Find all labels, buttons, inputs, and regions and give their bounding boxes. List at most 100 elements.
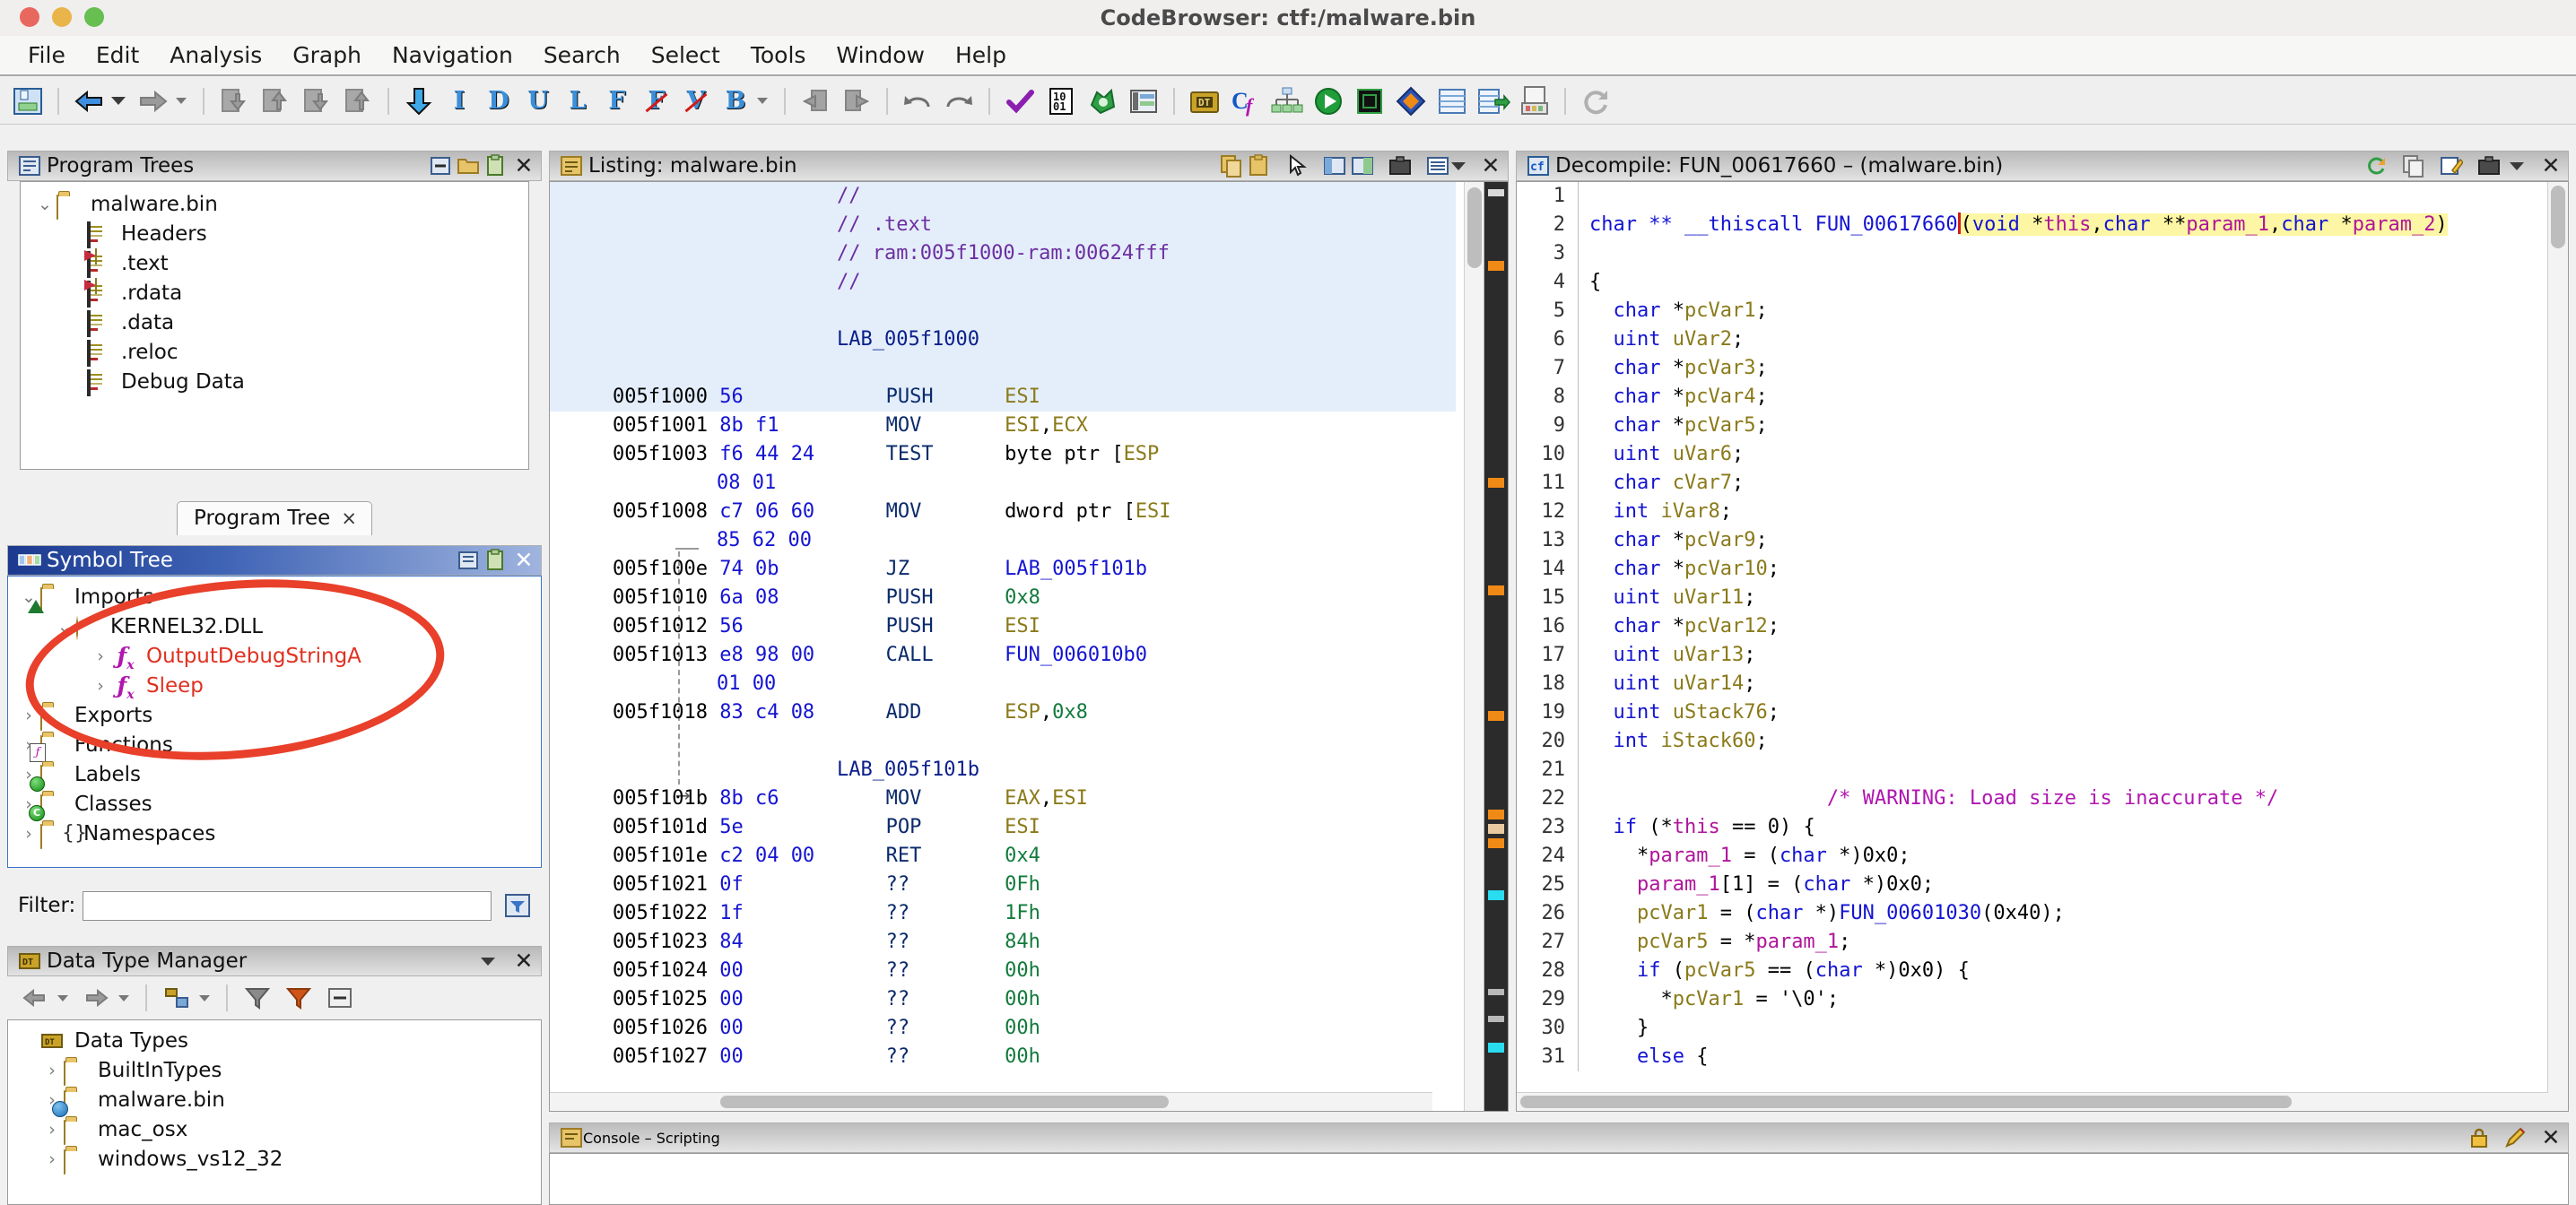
briefcase-icon[interactable] (1388, 154, 1412, 178)
decompile-vertical-scrollbar[interactable] (2547, 182, 2568, 1111)
close-icon[interactable]: ✕ (2539, 154, 2563, 178)
go-next-icon[interactable] (839, 83, 875, 119)
code-text[interactable]: *pcVar1 = '\0'; (1578, 985, 2543, 1014)
decompile-row[interactable]: 29 *pcVar1 = '\0'; (1517, 985, 2543, 1014)
edit-icon[interactable] (2440, 154, 2464, 178)
decompile-row[interactable]: 25 param_1[1] = (char *)0x0; (1517, 871, 2543, 899)
decompile-row[interactable]: 30 } (1517, 1014, 2543, 1043)
code-text[interactable]: *param_1 = (char *)0x0; (1578, 842, 2543, 871)
symbol-node-functions[interactable]: › ƒ Functions (17, 730, 541, 762)
listing-label[interactable]: LAB_005f101b (837, 759, 979, 781)
listing-label[interactable]: LAB_005f1000 (837, 328, 979, 351)
listing-row[interactable]: 01 00 (550, 670, 1456, 698)
expand-twisty[interactable]: › (89, 646, 112, 666)
code-text[interactable]: char cVar7; (1578, 469, 2543, 498)
listing-operand[interactable]: 1Fh (1005, 902, 1040, 924)
listing-address[interactable]: 005f1008 (613, 500, 719, 523)
paste-icon[interactable] (1248, 154, 1271, 178)
listing-address[interactable]: 005f1023 (613, 931, 719, 953)
run-icon[interactable] (1310, 83, 1346, 119)
code-text[interactable]: uint uVar11; (1578, 584, 2543, 612)
refresh-icon[interactable] (2364, 154, 2388, 178)
listing-operand[interactable]: ESI (1005, 816, 1040, 838)
code-text[interactable]: uint uStack76; (1578, 698, 2543, 727)
label-icon[interactable]: L (562, 86, 593, 117)
layout-icon[interactable] (1323, 154, 1346, 178)
listing-mnemonic[interactable]: ?? (886, 902, 1005, 924)
copy-icon[interactable] (2402, 154, 2425, 178)
listing-row[interactable]: 005f1022 1f ?? 1Fh (550, 899, 1456, 928)
decompile-row[interactable]: 23 if (*this == 0) { (1517, 813, 2543, 842)
pencil-icon[interactable] (2503, 1126, 2527, 1149)
paste-icon[interactable] (484, 549, 508, 572)
decompile-row[interactable]: 26 pcVar1 = (char *)FUN_00601030(0x40); (1517, 899, 2543, 928)
decompile-row[interactable]: 15 uint uVar11; (1517, 584, 2543, 612)
decompile-row[interactable]: 6 uint uVar2; (1517, 325, 2543, 354)
decompile-row[interactable]: 28 if (pcVar5 == (char *)0x0) { (1517, 957, 2543, 985)
listing-lines[interactable]: // // .text // ram:005f1000-ram:00624fff //… (550, 182, 1456, 1111)
listing-address[interactable]: 005f100e (613, 558, 719, 580)
menu-navigation[interactable]: Navigation (377, 39, 528, 72)
listing-row[interactable]: 005f1021 0f ?? 0Fh (550, 871, 1456, 899)
listing-mnemonic[interactable]: PUSH (886, 386, 1005, 408)
copy-down-icon[interactable] (299, 83, 335, 119)
new-icon[interactable] (159, 980, 195, 1016)
listing-operand[interactable]: ESI (1005, 615, 1040, 637)
instruction-icon[interactable]: I (444, 86, 474, 117)
listing-address[interactable]: 005f101b (613, 787, 719, 810)
tab-program-tree[interactable]: Program Tree × (177, 501, 372, 535)
menu-select[interactable]: Select (636, 39, 735, 72)
listing-scroll-thumb[interactable] (1467, 187, 1482, 268)
listing-mnemonic[interactable]: MOV (886, 500, 1005, 523)
listing-mnemonic[interactable]: MOV (886, 787, 1005, 810)
decompile-row[interactable]: 10 uint uVar6; (1517, 440, 2543, 469)
listing-operand[interactable]: dword ptr [ESI (1005, 500, 1171, 523)
code-text[interactable]: int iVar8; (1578, 498, 2543, 526)
tab-close-icon[interactable]: × (341, 507, 357, 529)
clone-icon[interactable] (457, 549, 480, 572)
symbol-node-labels[interactable]: › Labels (17, 759, 541, 792)
expand-twisty[interactable]: › (40, 1061, 64, 1080)
data-icon[interactable]: D (483, 86, 514, 117)
expand-twisty[interactable]: › (17, 824, 40, 844)
dtm-node-mac-osx[interactable]: › mac_osx (17, 1114, 541, 1145)
expand-twisty[interactable]: › (17, 706, 40, 725)
save-icon[interactable] (10, 83, 46, 119)
decompile-row[interactable]: 27 pcVar5 = *param_1; (1517, 928, 2543, 957)
listing-mnemonic[interactable]: RET (886, 845, 1005, 867)
tree-node-malware-bin[interactable]: ⌄ malware.bin (33, 189, 528, 220)
listing-row[interactable]: 08 01 (550, 469, 1456, 498)
listing-hscroll-thumb[interactable] (720, 1096, 1169, 1108)
menu-caret-icon[interactable] (2510, 161, 2524, 170)
listing-row[interactable]: 005f1018 83 c4 08 ADD ESP,0x8 (550, 698, 1456, 727)
listing-row[interactable]: LAB_005f1000 (550, 325, 1456, 354)
close-icon[interactable]: ✕ (512, 549, 535, 572)
listing-row[interactable]: 005f1003 f6 44 24 TEST byte ptr [ESP (550, 440, 1456, 469)
code-text[interactable] (1578, 182, 2543, 211)
tree-node-debug-data[interactable]: Debug Data (33, 367, 528, 396)
listing-operand[interactable]: 00h (1005, 1017, 1040, 1039)
bookmark-icon[interactable]: B (720, 86, 751, 117)
listing-mnemonic[interactable]: ?? (886, 873, 1005, 896)
function-icon[interactable]: F (602, 86, 632, 117)
listing-row[interactable]: 005f1001 8b f1 MOV ESI,ECX (550, 412, 1456, 440)
tree-node-text[interactable]: .text (33, 247, 528, 278)
filter-input[interactable] (83, 890, 492, 921)
symbol-node-outputdebugstringa[interactable]: › ƒx OutputDebugStringA (17, 641, 541, 672)
folder-open-icon[interactable] (457, 154, 480, 178)
expand-twisty[interactable]: ⌄ (33, 195, 57, 214)
expand-twisty[interactable]: ⌄ (53, 617, 76, 637)
function-graph-icon[interactable] (1269, 83, 1305, 119)
close-icon[interactable]: ✕ (512, 949, 535, 973)
down-arrow-icon[interactable] (401, 83, 437, 119)
code-text[interactable]: param_1[1] = (char *)0x0; (1578, 871, 2543, 899)
decompile-row[interactable]: 4{ (1517, 268, 2543, 297)
memory-map-icon[interactable] (1126, 83, 1162, 119)
decompile-row[interactable]: 24 *param_1 = (char *)0x0; (1517, 842, 2543, 871)
check-icon[interactable] (1002, 83, 1038, 119)
listing-row[interactable] (550, 727, 1456, 756)
listing-mnemonic[interactable]: CALL (886, 644, 1005, 666)
layout-alt-icon[interactable] (1351, 154, 1374, 178)
decompile-row[interactable]: 18 uint uVar14; (1517, 670, 2543, 698)
back-caret-icon[interactable] (57, 994, 68, 1001)
